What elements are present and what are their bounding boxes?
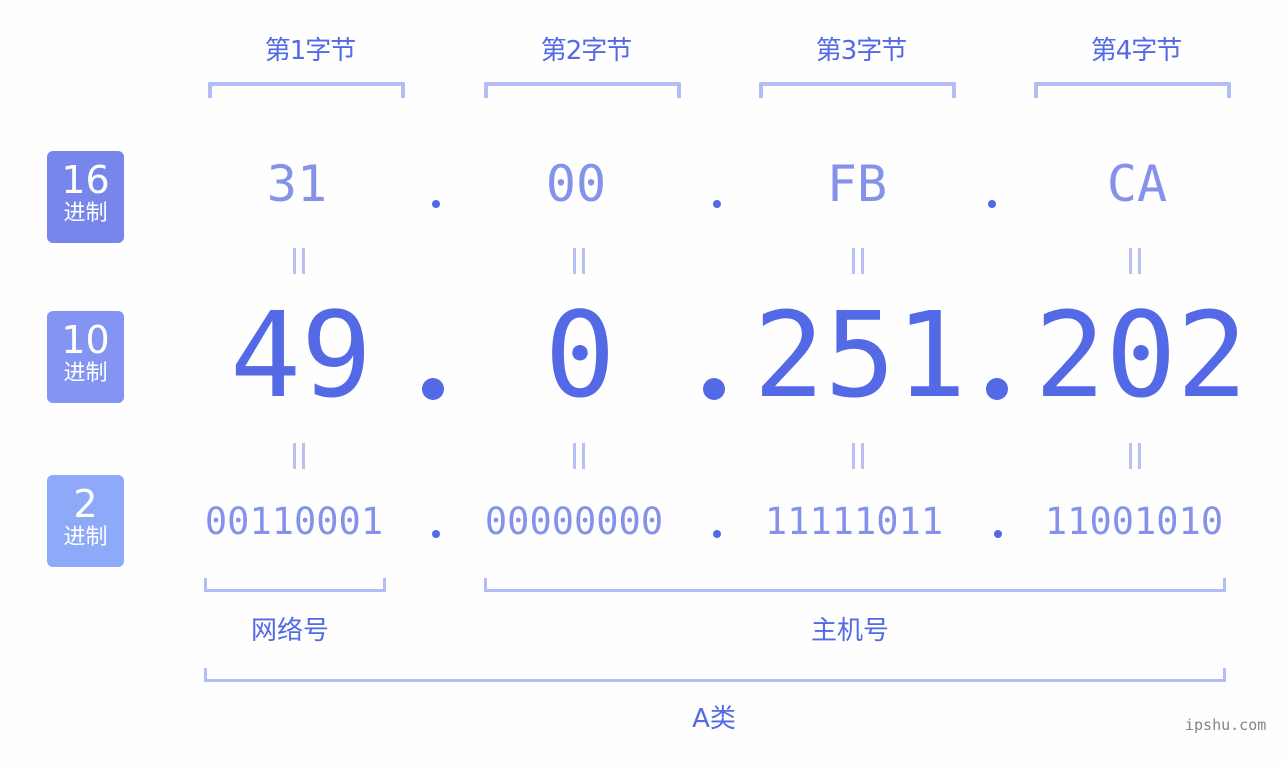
byte-bracket-2 bbox=[484, 82, 681, 98]
class-bracket bbox=[204, 668, 1226, 682]
equals-mark bbox=[573, 443, 585, 469]
radix-badge-binary: 2 进制 bbox=[47, 475, 124, 567]
radix-number: 16 bbox=[61, 158, 110, 202]
class-label: A类 bbox=[692, 704, 736, 734]
host-bracket bbox=[484, 578, 1226, 592]
byte-bracket-1 bbox=[208, 82, 405, 98]
equals-mark bbox=[852, 248, 864, 274]
binary-byte-2: 00000000 bbox=[484, 500, 664, 543]
watermark: ipshu.com bbox=[1185, 716, 1267, 734]
hex-separator-dot bbox=[988, 200, 996, 208]
equals-mark bbox=[1129, 443, 1141, 469]
radix-unit: 进制 bbox=[63, 361, 108, 386]
decimal-byte-1: 49 bbox=[229, 286, 373, 424]
hex-byte-3: FB bbox=[826, 155, 888, 213]
binary-separator-dot bbox=[432, 530, 440, 538]
radix-unit: 进制 bbox=[63, 201, 108, 226]
binary-separator-dot bbox=[994, 530, 1002, 538]
byte-bracket-3 bbox=[759, 82, 956, 98]
byte-header-4: 第4字节 bbox=[1090, 36, 1183, 66]
binary-byte-4: 11001010 bbox=[1044, 500, 1224, 543]
hex-separator-dot bbox=[713, 200, 721, 208]
radix-unit: 进制 bbox=[63, 525, 108, 550]
equals-mark bbox=[1129, 248, 1141, 274]
byte-header-3: 第3字节 bbox=[815, 36, 908, 66]
hex-byte-4: CA bbox=[1106, 155, 1168, 213]
radix-number: 10 bbox=[61, 318, 110, 362]
equals-mark bbox=[293, 248, 305, 274]
network-bracket bbox=[204, 578, 386, 592]
decimal-byte-2: 0 bbox=[544, 286, 616, 424]
decimal-separator-dot bbox=[986, 378, 1008, 400]
binary-byte-1: 00110001 bbox=[204, 500, 384, 543]
host-label: 主机号 bbox=[810, 616, 889, 646]
binary-byte-3: 11111011 bbox=[764, 500, 944, 543]
decimal-separator-dot bbox=[422, 378, 444, 400]
hex-byte-1: 31 bbox=[266, 155, 328, 213]
hex-separator-dot bbox=[432, 200, 440, 208]
decimal-byte-4: 202 bbox=[1034, 286, 1248, 424]
radix-badge-hex: 16 进制 bbox=[47, 151, 124, 243]
equals-mark bbox=[852, 443, 864, 469]
radix-badge-decimal: 10 进制 bbox=[47, 311, 124, 403]
radix-number: 2 bbox=[73, 482, 98, 526]
byte-bracket-4 bbox=[1034, 82, 1231, 98]
network-label: 网络号 bbox=[250, 616, 329, 646]
hex-byte-2: 00 bbox=[545, 155, 607, 213]
byte-header-1: 第1字节 bbox=[264, 36, 357, 66]
byte-header-2: 第2字节 bbox=[540, 36, 633, 66]
decimal-separator-dot bbox=[703, 378, 725, 400]
equals-mark bbox=[293, 443, 305, 469]
binary-separator-dot bbox=[713, 530, 721, 538]
equals-mark bbox=[573, 248, 585, 274]
decimal-byte-3: 251 bbox=[753, 286, 967, 424]
